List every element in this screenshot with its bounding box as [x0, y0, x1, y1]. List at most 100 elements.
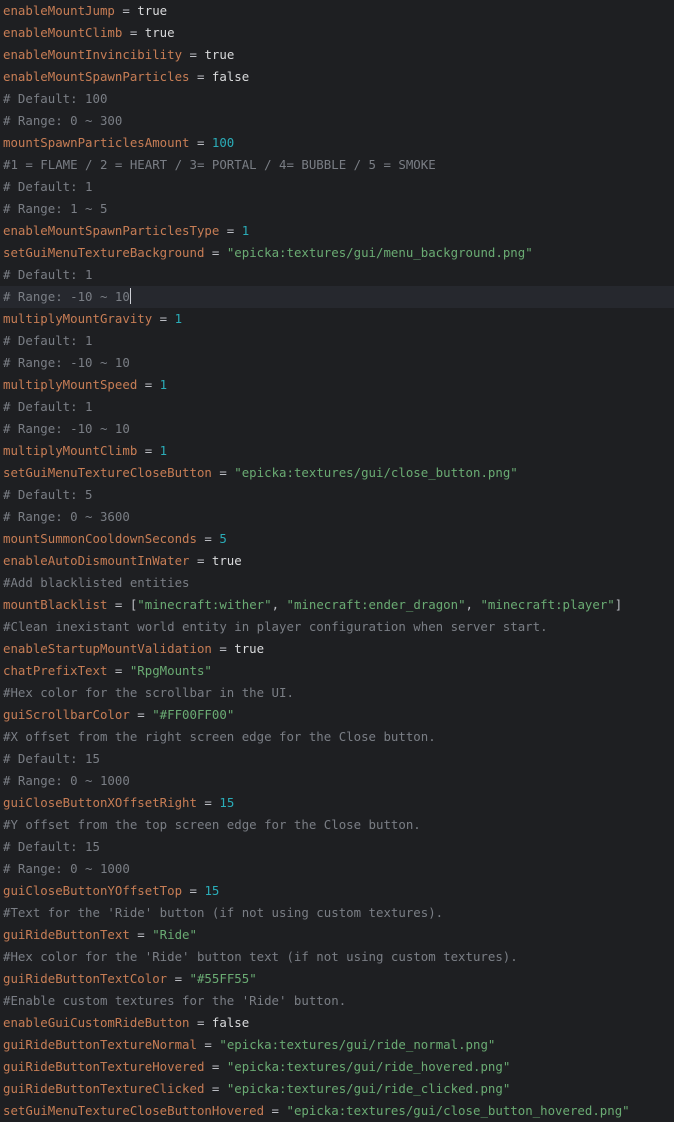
comment-text: # Range: 1 ~ 5	[3, 201, 108, 216]
code-line[interactable]: guiRideButtonText = "Ride"	[0, 924, 674, 946]
config-key: mountBlacklist	[3, 597, 108, 612]
config-value: "epicka:textures/gui/ride_hovered.png"	[226, 1059, 511, 1074]
comment-line[interactable]: # Default: 15	[0, 748, 674, 770]
code-line[interactable]: guiCloseButtonYOffsetTop = 15	[0, 880, 674, 902]
array-item: "minecraft:player"	[480, 597, 615, 612]
array-separator: ,	[465, 597, 481, 612]
config-value: 1	[174, 311, 183, 326]
config-value: 1	[241, 223, 250, 238]
array-item: "minecraft:wither"	[137, 597, 272, 612]
code-line[interactable]: guiRideButtonTextureClicked = "epicka:te…	[0, 1078, 674, 1100]
comment-line[interactable]: # Range: 1 ~ 5	[0, 198, 674, 220]
code-line[interactable]: enableMountClimb = true	[0, 22, 674, 44]
comment-line[interactable]: #Add blacklisted entities	[0, 572, 674, 594]
comment-line[interactable]: # Default: 1	[0, 330, 674, 352]
code-line[interactable]: guiRideButtonTextureHovered = "epicka:te…	[0, 1056, 674, 1078]
comment-text: # Default: 15	[3, 751, 100, 766]
code-line[interactable]: enableMountInvincibility = true	[0, 44, 674, 66]
code-line[interactable]: enableAutoDismountInWater = true	[0, 550, 674, 572]
code-line[interactable]: chatPrefixText = "RpgMounts"	[0, 660, 674, 682]
comment-text: # Range: -10 ~ 10	[3, 289, 130, 304]
config-key: mountSummonCooldownSeconds	[3, 531, 197, 546]
equals-operator: =	[219, 223, 242, 238]
config-value: true	[144, 25, 175, 40]
config-value: 100	[211, 135, 235, 150]
equals-operator: =	[189, 135, 212, 150]
code-line[interactable]: mountSpawnParticlesAmount = 100	[0, 132, 674, 154]
comment-line[interactable]: # Range: -10 ~ 10	[0, 352, 674, 374]
config-value: 5	[219, 531, 227, 546]
config-value: true	[211, 553, 242, 568]
comment-text: #Y offset from the top screen edge for t…	[3, 817, 421, 832]
comment-text: # Default: 100	[3, 91, 108, 106]
config-key: multiplyMountClimb	[3, 443, 138, 458]
comment-line[interactable]: #Y offset from the top screen edge for t…	[0, 814, 674, 836]
code-line[interactable]: multiplyMountSpeed = 1	[0, 374, 674, 396]
code-editor[interactable]: enableMountJump = true enableMountClimb =…	[0, 0, 674, 1122]
code-line[interactable]: setGuiMenuTextureCloseButton = "epicka:t…	[0, 462, 674, 484]
config-value: 1	[159, 377, 168, 392]
code-line[interactable]: guiRideButtonTextureNormal = "epicka:tex…	[0, 1034, 674, 1056]
code-line[interactable]: setGuiMenuTextureBackground = "epicka:te…	[0, 242, 674, 264]
comment-line[interactable]: # Default: 100	[0, 88, 674, 110]
code-line[interactable]: mountBlacklist = ["minecraft:wither", "m…	[0, 594, 674, 616]
comment-line[interactable]: # Default: 1	[0, 264, 674, 286]
code-line[interactable]: multiplyMountGravity = 1	[0, 308, 674, 330]
comment-text: # Range: 0 ~ 300	[3, 113, 123, 128]
comment-text: # Range: -10 ~ 10	[3, 421, 130, 436]
config-key: multiplyMountSpeed	[3, 377, 138, 392]
equals-operator: =	[182, 47, 205, 62]
comment-text: #X offset from the right screen edge for…	[3, 729, 436, 744]
equals-operator: =	[189, 69, 212, 84]
equals-operator: =	[211, 465, 235, 480]
comment-text: # Default: 5	[3, 487, 93, 502]
array-close-bracket: ]	[614, 597, 623, 612]
equals-operator: =	[129, 707, 153, 722]
config-key: enableMountClimb	[3, 25, 123, 40]
config-key: guiRideButtonTextureClicked	[3, 1081, 205, 1096]
comment-line[interactable]: # Range: 0 ~ 3600	[0, 506, 674, 528]
comment-line[interactable]: # Default: 15	[0, 836, 674, 858]
comment-line[interactable]: #Hex color for the 'Ride' button text (i…	[0, 946, 674, 968]
config-key: setGuiMenuTextureCloseButton	[3, 465, 212, 480]
comment-line[interactable]: # Default: 1	[0, 176, 674, 198]
equals-operator: =	[189, 1015, 212, 1030]
code-line[interactable]: guiCloseButtonXOffsetRight = 15	[0, 792, 674, 814]
code-line[interactable]: enableStartupMountValidation = true	[0, 638, 674, 660]
comment-line[interactable]: # Range: -10 ~ 10	[0, 418, 674, 440]
comment-line[interactable]: # Range: -10 ~ 10	[0, 286, 674, 308]
comment-text: # Default: 1	[3, 333, 93, 348]
code-line[interactable]: enableGuiCustomRideButton = false	[0, 1012, 674, 1034]
config-value: true	[137, 3, 168, 18]
code-line[interactable]: multiplyMountClimb = 1	[0, 440, 674, 462]
comment-line[interactable]: #Enable custom textures for the 'Ride' b…	[0, 990, 674, 1012]
comment-line[interactable]: # Default: 5	[0, 484, 674, 506]
config-key: guiCloseButtonYOffsetTop	[3, 883, 183, 898]
comment-line[interactable]: # Default: 1	[0, 396, 674, 418]
config-key: guiRideButtonTextureHovered	[3, 1059, 205, 1074]
config-value: "#FF00FF00"	[152, 707, 235, 722]
comment-line[interactable]: # Range: 0 ~ 1000	[0, 770, 674, 792]
comment-line[interactable]: # Range: 0 ~ 300	[0, 110, 674, 132]
config-value: "epicka:textures/gui/ride_normal.png"	[219, 1037, 496, 1052]
config-key: mountSpawnParticlesAmount	[3, 135, 190, 150]
equals-operator: =	[204, 1059, 227, 1074]
comment-line[interactable]: #X offset from the right screen edge for…	[0, 726, 674, 748]
comment-line[interactable]: #1 = FLAME / 2 = HEART / 3= PORTAL / 4= …	[0, 154, 674, 176]
code-line[interactable]: setGuiMenuTextureCloseButtonHovered = "e…	[0, 1100, 674, 1122]
comment-text: #1 = FLAME / 2 = HEART / 3= PORTAL / 4= …	[3, 157, 436, 172]
comment-text: #Clean inexistant world entity in player…	[3, 619, 548, 634]
equals-operator: =	[211, 641, 235, 656]
code-line[interactable]: guiRideButtonTextColor = "#55FF55"	[0, 968, 674, 990]
code-line[interactable]: enableMountJump = true	[0, 0, 674, 22]
comment-line[interactable]: # Range: 0 ~ 1000	[0, 858, 674, 880]
config-key: enableAutoDismountInWater	[3, 553, 190, 568]
code-line[interactable]: enableMountSpawnParticlesType = 1	[0, 220, 674, 242]
code-line[interactable]: enableMountSpawnParticles = false	[0, 66, 674, 88]
code-line[interactable]: guiScrollbarColor = "#FF00FF00"	[0, 704, 674, 726]
code-line[interactable]: mountSummonCooldownSeconds = 5	[0, 528, 674, 550]
comment-line[interactable]: #Clean inexistant world entity in player…	[0, 616, 674, 638]
comment-line[interactable]: #Hex color for the scrollbar in the UI.	[0, 682, 674, 704]
config-value: "epicka:textures/gui/close_button_hovere…	[286, 1103, 630, 1118]
comment-line[interactable]: #Text for the 'Ride' button (if not usin…	[0, 902, 674, 924]
